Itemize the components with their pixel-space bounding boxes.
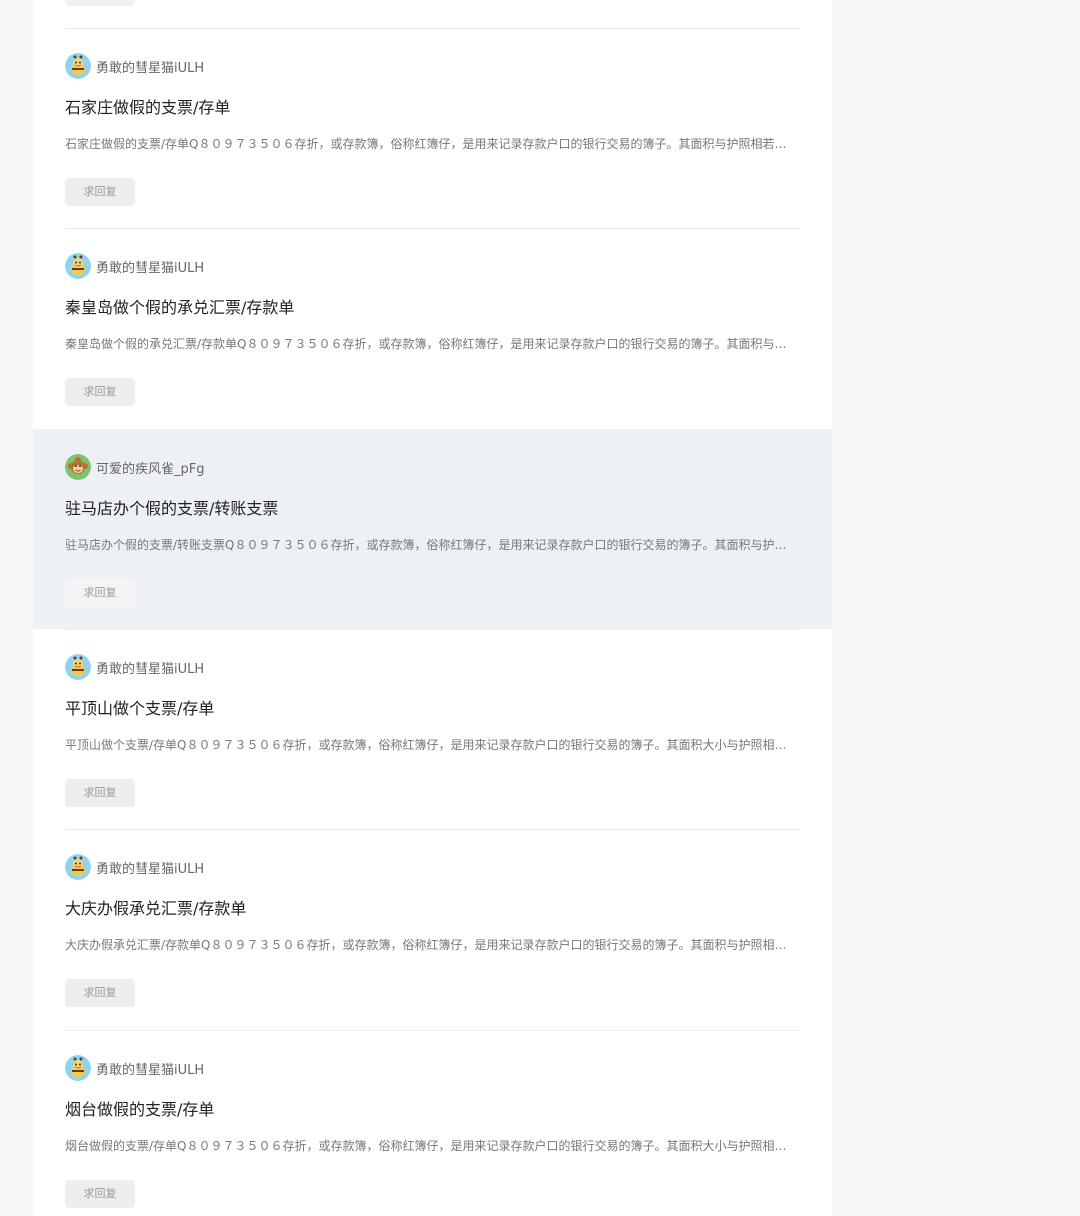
post-author[interactable]: 勇敢的彗星猫iULH	[65, 653, 204, 681]
post-author[interactable]: 勇敢的彗星猫iULH	[65, 52, 204, 80]
divider	[65, 228, 800, 229]
post-excerpt[interactable]: 大庆办假承兑汇票/存款单Q８０９７３５０６存折，或存款簿，俗称红簿仔，是用来记录…	[65, 935, 787, 955]
previous-reply-button[interactable]	[65, 0, 135, 6]
request-reply-button[interactable]: 求回复	[65, 178, 135, 206]
post-card[interactable]: 勇敢的彗星猫iULH 大庆办假承兑汇票/存款单 大庆办假承兑汇票/存款单Q８０９…	[33, 829, 832, 1029]
request-reply-button[interactable]: 求回复	[65, 579, 135, 607]
post-title[interactable]: 石家庄做假的支票/存单	[65, 96, 230, 120]
bee-avatar-icon[interactable]	[65, 654, 91, 680]
post-title[interactable]: 秦皇岛做个假的承兑汇票/存款单	[65, 296, 294, 320]
post-excerpt[interactable]: 平顶山做个支票/存单Q８０９７３５０６存折，或存款簿，俗称红簿仔，是用来记录存款…	[65, 735, 787, 755]
post-excerpt[interactable]: 驻马店办个假的支票/转账支票Q８０９７３５０６存折，或存款簿，俗称红簿仔，是用来…	[65, 535, 787, 555]
request-reply-button[interactable]: 求回复	[65, 979, 135, 1007]
post-author[interactable]: 勇敢的彗星猫iULH	[65, 853, 204, 881]
bee-avatar-icon[interactable]	[65, 1055, 91, 1081]
username[interactable]: 勇敢的彗星猫iULH	[96, 57, 204, 76]
bee-avatar-icon[interactable]	[65, 53, 91, 79]
post-card[interactable]: 可爱的疾风雀_pFg 驻马店办个假的支票/转账支票 驻马店办个假的支票/转账支票…	[33, 429, 832, 629]
post-card[interactable]: 勇敢的彗星猫iULH 平顶山做个支票/存单 平顶山做个支票/存单Q８０９７３５０…	[33, 629, 832, 829]
post-excerpt[interactable]: 石家庄做假的支票/存单Q８０９７３５０６存折，或存款簿，俗称红簿仔，是用来记录存…	[65, 134, 787, 154]
post-card[interactable]: 勇敢的彗星猫iULH 石家庄做假的支票/存单 石家庄做假的支票/存单Q８０９７３…	[33, 28, 832, 228]
username[interactable]: 勇敢的彗星猫iULH	[96, 658, 204, 677]
post-card[interactable]: 勇敢的彗星猫iULH 秦皇岛做个假的承兑汇票/存款单 秦皇岛做个假的承兑汇票/存…	[33, 228, 832, 428]
post-author[interactable]: 可爱的疾风雀_pFg	[65, 453, 204, 481]
divider	[65, 1030, 800, 1031]
post-card[interactable]: 勇敢的彗星猫iULH 烟台做假的支票/存单 烟台做假的支票/存单Q８０９７３５０…	[33, 1030, 832, 1216]
monkey-avatar-icon[interactable]	[65, 454, 91, 480]
post-title[interactable]: 驻马店办个假的支票/转账支票	[65, 497, 278, 521]
request-reply-button[interactable]: 求回复	[65, 378, 135, 406]
username[interactable]: 勇敢的彗星猫iULH	[96, 257, 204, 276]
post-title[interactable]: 大庆办假承兑汇票/存款单	[65, 897, 246, 921]
post-excerpt[interactable]: 秦皇岛做个假的承兑汇票/存款单Q８０９７３５０６存折，或存款簿，俗称红簿仔，是用…	[65, 334, 787, 354]
post-title[interactable]: 平顶山做个支票/存单	[65, 697, 214, 721]
post-author[interactable]: 勇敢的彗星猫iULH	[65, 252, 204, 280]
request-reply-button[interactable]: 求回复	[65, 779, 135, 807]
divider	[65, 629, 800, 630]
divider	[65, 28, 800, 29]
post-author[interactable]: 勇敢的彗星猫iULH	[65, 1054, 204, 1082]
page: 勇敢的彗星猫iULH 石家庄做假的支票/存单 石家庄做假的支票/存单Q８０９７３…	[0, 0, 1080, 1216]
bee-avatar-icon[interactable]	[65, 253, 91, 279]
post-excerpt[interactable]: 烟台做假的支票/存单Q８０９７３５０６存折，或存款簿，俗称红簿仔，是用来记录存款…	[65, 1136, 787, 1156]
username[interactable]: 勇敢的彗星猫iULH	[96, 858, 204, 877]
bee-avatar-icon[interactable]	[65, 854, 91, 880]
username[interactable]: 勇敢的彗星猫iULH	[96, 1059, 204, 1078]
username[interactable]: 可爱的疾风雀_pFg	[96, 458, 204, 477]
post-title[interactable]: 烟台做假的支票/存单	[65, 1098, 214, 1122]
divider	[65, 829, 800, 830]
request-reply-button[interactable]: 求回复	[65, 1180, 135, 1208]
post-feed: 勇敢的彗星猫iULH 石家庄做假的支票/存单 石家庄做假的支票/存单Q８０９７３…	[33, 0, 832, 1216]
